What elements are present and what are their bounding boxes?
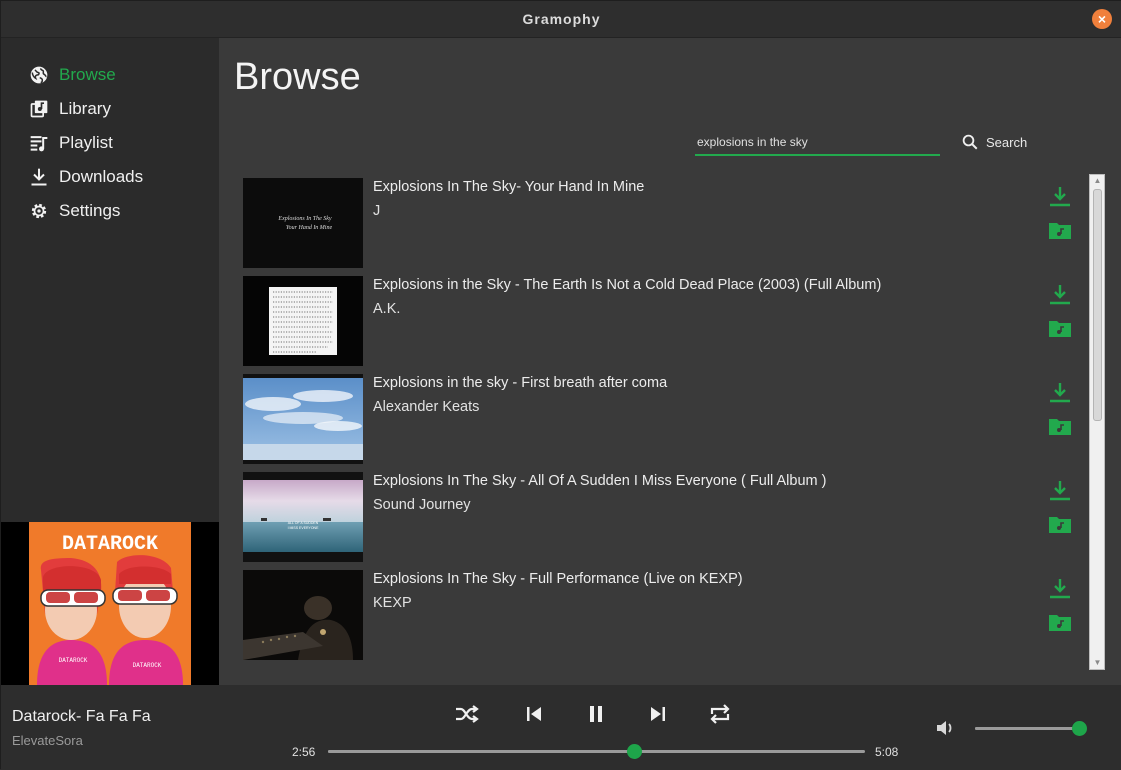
seek-bar[interactable] [328, 744, 865, 759]
seek-handle[interactable] [627, 744, 643, 759]
music-folder-icon[interactable] [1048, 220, 1072, 240]
result-title: Explosions In The Sky - All Of A Sudden … [373, 473, 827, 489]
result-title: Explosions In The Sky- Your Hand In Mine [373, 179, 645, 195]
svg-text:DATAROCK: DATAROCK [62, 533, 158, 556]
svg-text:DATAROCK: DATAROCK [59, 657, 88, 664]
close-button[interactable]: × [1092, 9, 1112, 29]
elapsed-time: 2:56 [292, 745, 316, 759]
sidebar-item-settings[interactable]: Settings [29, 199, 120, 223]
sidebar-item-library[interactable]: Library [29, 97, 111, 121]
svg-text:Your Hand In Mine: Your Hand In Mine [286, 225, 333, 231]
download-icon[interactable] [1048, 184, 1072, 208]
sidebar-item-label: Library [59, 99, 111, 118]
search-icon [962, 134, 978, 150]
skip-previous-icon [527, 707, 541, 721]
skip-next-icon [651, 707, 665, 721]
result-title: Explosions In The Sky - Full Performance… [373, 571, 743, 587]
music-folder-icon[interactable] [1048, 612, 1072, 632]
download-icon[interactable] [1048, 478, 1072, 502]
list-item[interactable]: Explosions In The Sky Your Hand In Mine … [243, 178, 1089, 270]
repeat-icon [710, 704, 730, 724]
search-input[interactable] [695, 130, 940, 156]
sidebar-item-playlist[interactable]: Playlist [29, 131, 113, 155]
download-icon[interactable] [1048, 282, 1072, 306]
window-title: Gramophy [522, 11, 601, 27]
music-folder-icon[interactable] [1048, 318, 1072, 338]
app-window: Gramophy × Browse Library Playlist Downl… [0, 0, 1121, 770]
result-title: Explosions in the sky - First breath aft… [373, 375, 668, 391]
now-playing-artist: ElevateSora [12, 733, 83, 748]
now-playing-album-art: DATAROCK DATAROCK DATAROCK [1, 522, 219, 685]
list-item[interactable]: ALL OF A SUDDEN I MISS EVERYONE Explosio… [243, 472, 1089, 564]
sidebar-item-label: Browse [59, 65, 116, 84]
volume-slider-fill [975, 727, 1079, 730]
svg-text:DATAROCK: DATAROCK [133, 662, 162, 669]
result-thumbnail [243, 570, 363, 660]
sidebar-item-downloads[interactable]: Downloads [29, 165, 143, 189]
repeat-button[interactable] [706, 702, 734, 726]
svg-text:I MISS EVERYONE: I MISS EVERYONE [288, 526, 320, 530]
result-thumbnail: Explosions In The Sky Your Hand In Mine [243, 178, 363, 268]
list-item[interactable]: Explosions in the sky - First breath aft… [243, 374, 1089, 466]
list-item[interactable]: Explosions in the Sky - The Earth Is Not… [243, 276, 1089, 368]
music-folder-icon[interactable] [1048, 514, 1072, 534]
scroll-thumb[interactable] [1093, 189, 1102, 421]
total-duration: 5:08 [875, 745, 899, 759]
result-title: Explosions in the Sky - The Earth Is Not… [373, 277, 882, 293]
globe-icon [30, 66, 48, 84]
result-channel: Alexander Keats [373, 399, 480, 415]
sidebar: Browse Library Playlist Downloads Settin… [1, 38, 219, 685]
sidebar-item-label: Downloads [59, 167, 144, 186]
scroll-down-arrow[interactable]: ▼ [1093, 658, 1102, 668]
next-button[interactable] [644, 702, 672, 726]
download-icon[interactable] [1048, 380, 1072, 404]
download-icon[interactable] [1048, 576, 1072, 600]
title-bar: Gramophy × [1, 1, 1121, 38]
result-channel: KEXP [373, 595, 412, 611]
scroll-up-arrow[interactable]: ▲ [1093, 176, 1102, 186]
search-button-label: Search [986, 134, 1028, 150]
volume-handle[interactable] [1071, 721, 1087, 736]
volume-slider[interactable] [975, 721, 1087, 736]
pause-icon [590, 706, 602, 722]
results-scrollbar[interactable]: ▲ ▼ [1089, 174, 1105, 670]
result-channel: Sound Journey [373, 497, 471, 513]
result-channel: A.K. [373, 301, 401, 317]
svg-text:ALL OF A SUDDEN: ALL OF A SUDDEN [288, 521, 319, 525]
result-thumbnail [243, 276, 363, 366]
music-folder-icon[interactable] [1048, 416, 1072, 436]
sidebar-item-label: Settings [59, 201, 121, 220]
download-icon [31, 168, 47, 186]
svg-text:Explosions In The Sky: Explosions In The Sky [277, 216, 331, 222]
result-channel: J [373, 203, 381, 219]
result-thumbnail: ALL OF A SUDDEN I MISS EVERYONE [243, 472, 363, 562]
volume-icon[interactable] [935, 718, 957, 738]
shuffle-button[interactable] [453, 702, 481, 726]
page-title: Browse [234, 56, 361, 98]
results-list: Explosions In The Sky Your Hand In Mine … [243, 178, 1089, 668]
seek-bar-fill [328, 750, 635, 753]
previous-button[interactable] [520, 702, 548, 726]
shuffle-icon [456, 705, 479, 723]
main-panel: Browse Search Explosions In The Sky Your… [219, 38, 1121, 685]
pause-button[interactable] [582, 702, 610, 726]
playlist-icon [30, 136, 48, 152]
list-item[interactable]: Explosions In The Sky - Full Performance… [243, 570, 1089, 662]
settings-icon [31, 203, 47, 219]
sidebar-item-browse[interactable]: Browse [29, 63, 116, 87]
sidebar-item-label: Playlist [59, 133, 113, 152]
library-music-icon [30, 100, 48, 118]
player-bar: Datarock- Fa Fa Fa ElevateSora 2:56 5:08 [1, 685, 1121, 770]
now-playing-title: Datarock- Fa Fa Fa [12, 708, 151, 725]
result-thumbnail [243, 374, 363, 464]
search-button[interactable]: Search [961, 131, 1027, 153]
